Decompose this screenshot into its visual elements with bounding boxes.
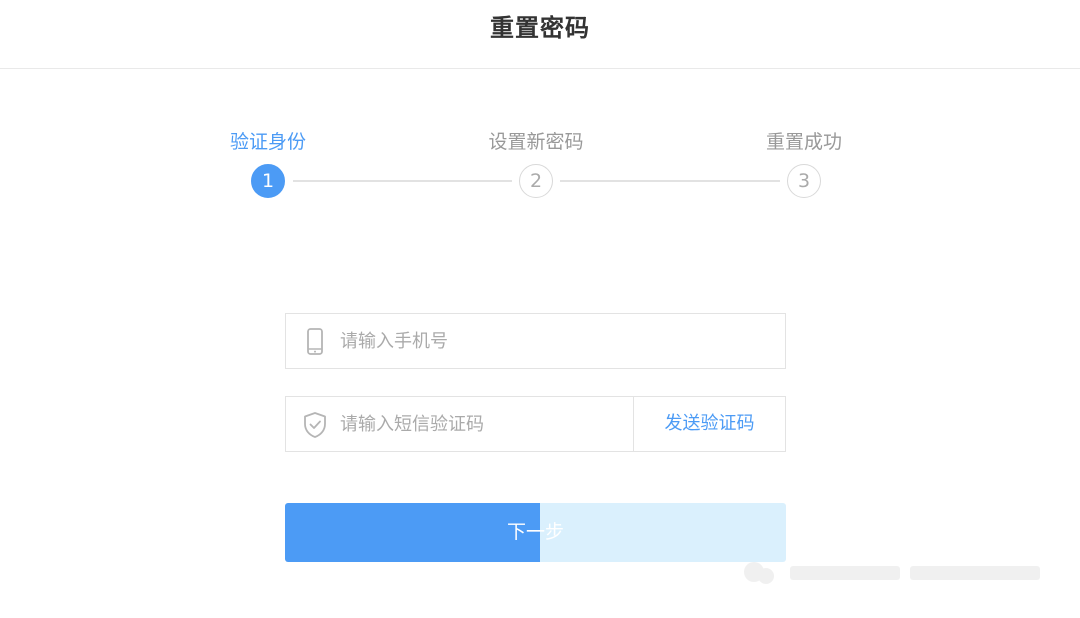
- step-label-verify-identity: 验证身份: [229, 131, 307, 153]
- step-connector-1: [293, 180, 512, 182]
- step-indicator-2: 2: [519, 164, 553, 198]
- step-label-set-new-password: 设置新密码: [488, 131, 584, 153]
- step-indicator-1: 1: [251, 164, 285, 198]
- next-step-button[interactable]: 下一步: [285, 503, 786, 562]
- step-connector-2: [560, 180, 780, 182]
- send-code-button[interactable]: 发送验证码: [633, 397, 785, 451]
- watermark-logo: [740, 556, 1050, 592]
- phone-icon: [302, 328, 328, 356]
- header-bar: 重置密码: [0, 0, 1080, 69]
- next-button-label: 下一步: [506, 521, 564, 543]
- sms-code-field: 发送验证码: [285, 396, 786, 452]
- reset-password-page: 重置密码 验证身份 设置新密码 重置成功 1 2 3 请输入手机号 请输入短信验…: [0, 0, 1080, 618]
- step-indicator-3: 3: [787, 164, 821, 198]
- shield-check-icon: [302, 411, 328, 439]
- phone-input[interactable]: [340, 314, 770, 368]
- sms-code-input[interactable]: [340, 397, 620, 451]
- page-title: 重置密码: [490, 14, 590, 42]
- phone-field: [285, 313, 786, 369]
- step-label-reset-success: 重置成功: [765, 131, 843, 153]
